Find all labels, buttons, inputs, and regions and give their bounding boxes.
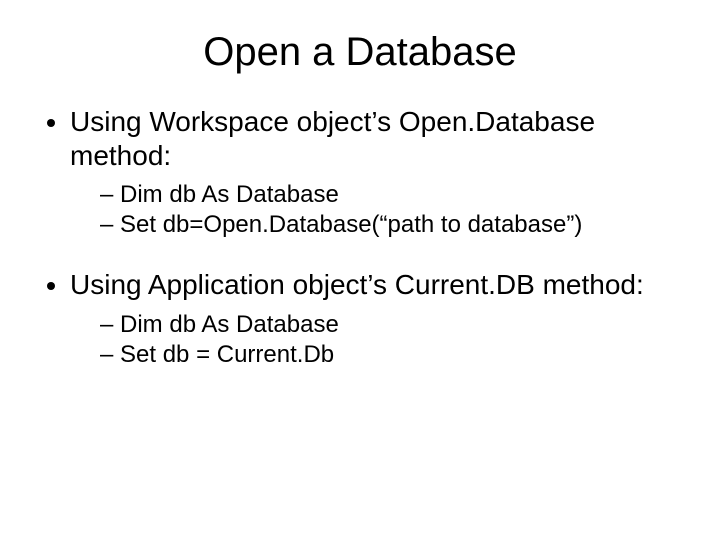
sub-list: Dim db As Database Set db=Open.Database(… (70, 180, 690, 240)
bullet-text: Using Application object’s Current.DB me… (70, 269, 644, 300)
bullet-list: Using Workspace object’s Open.Database m… (30, 105, 690, 370)
list-item: Set db = Current.Db (100, 340, 690, 370)
list-item: Set db=Open.Database(“path to database”) (100, 210, 690, 240)
sub-bullet-text: Dim db As Database (120, 181, 339, 208)
list-item: Dim db As Database (100, 180, 690, 210)
sub-list: Dim db As Database Set db = Current.Db (70, 310, 690, 370)
list-item: Using Application object’s Current.DB me… (70, 268, 690, 370)
sub-bullet-text: Set db=Open.Database(“path to database”) (120, 211, 582, 238)
bullet-text: Using Workspace object’s Open.Database m… (70, 106, 595, 171)
list-item: Using Workspace object’s Open.Database m… (70, 105, 690, 240)
slide-title: Open a Database (30, 30, 690, 75)
list-item: Dim db As Database (100, 310, 690, 340)
sub-bullet-text: Set db = Current.Db (120, 341, 334, 368)
sub-bullet-text: Dim db As Database (120, 311, 339, 338)
slide: Open a Database Using Workspace object’s… (0, 0, 720, 540)
